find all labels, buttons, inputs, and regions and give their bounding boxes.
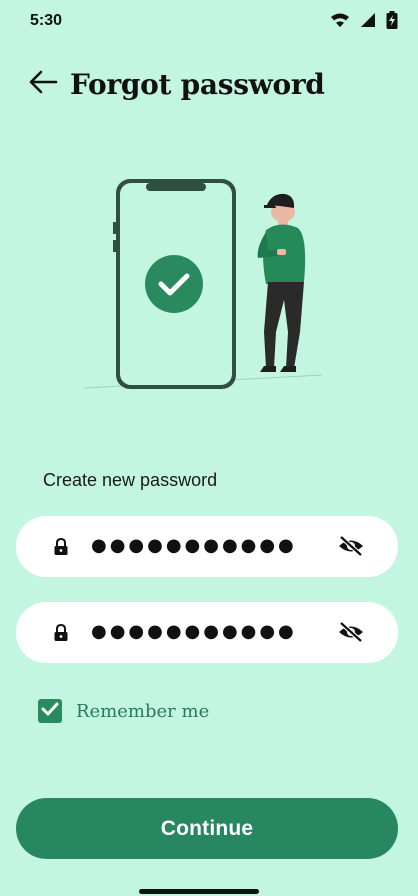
signal-icon [360, 12, 376, 33]
eye-off-icon[interactable] [337, 535, 365, 562]
back-button[interactable] [28, 69, 58, 99]
eye-off-icon[interactable] [337, 621, 365, 648]
password-value: ●●●●●●●●●●● [91, 621, 297, 642]
header: Forgot password [28, 64, 325, 104]
continue-button[interactable]: Continue [16, 798, 398, 859]
phone-check-illustration [80, 172, 330, 397]
status-bar: 5:30 [0, 0, 418, 44]
status-time: 5:30 [30, 12, 63, 29]
page-title: Forgot password [70, 67, 325, 101]
new-password-field[interactable]: ●●●●●●●●●●● [16, 516, 398, 577]
check-icon [41, 701, 59, 722]
lock-icon [53, 623, 69, 647]
wifi-icon [330, 12, 350, 33]
arrow-left-icon [28, 70, 58, 99]
lock-icon [53, 537, 69, 561]
remember-checkbox[interactable] [38, 699, 62, 723]
home-indicator[interactable] [139, 889, 259, 894]
status-icons [330, 11, 398, 34]
password-value: ●●●●●●●●●●● [91, 535, 297, 556]
remember-me[interactable]: Remember me [38, 699, 209, 723]
remember-label: Remember me [76, 700, 210, 722]
section-label: Create new password [43, 470, 218, 490]
confirm-password-field[interactable]: ●●●●●●●●●●● [16, 602, 398, 663]
battery-charging-icon [386, 11, 398, 34]
